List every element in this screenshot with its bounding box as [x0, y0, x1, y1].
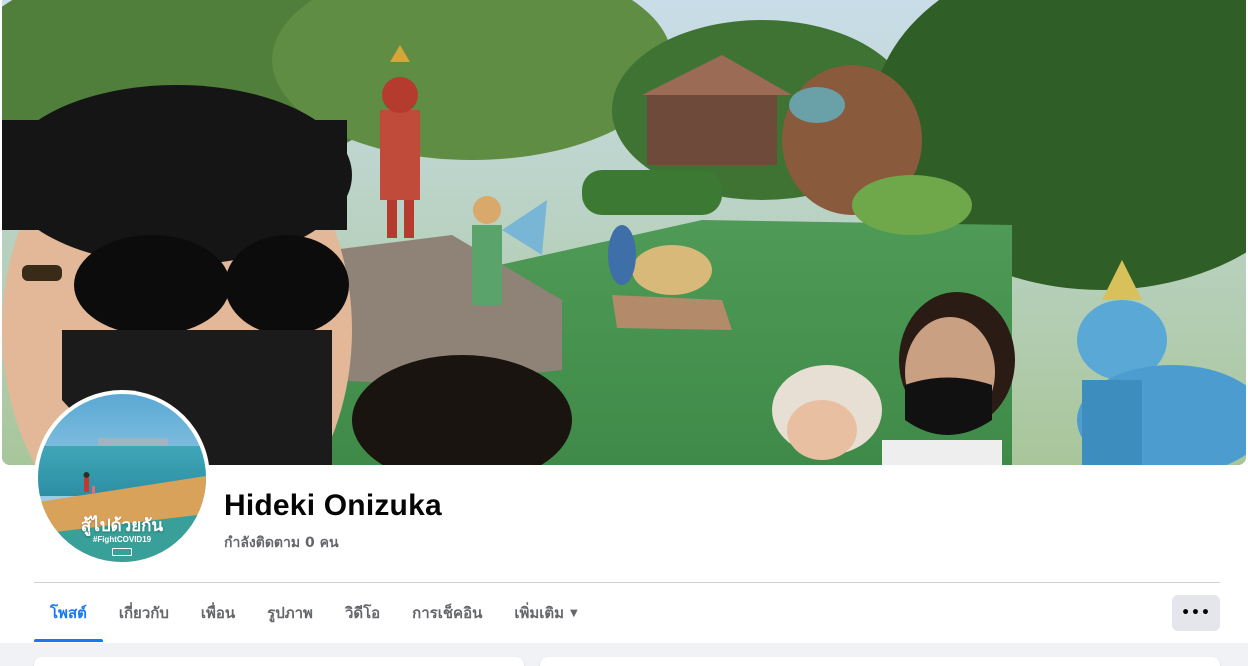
tab-photos-label: รูปภาพ	[267, 604, 313, 622]
tab-checkins-label: การเช็คอิน	[412, 604, 483, 622]
tab-about-label: เกี่ยวกับ	[118, 604, 169, 622]
profile-divider	[34, 582, 1220, 583]
profile-name: Hideki Onizuka	[224, 489, 442, 522]
avatar-image: สู้ไปด้วยกัน #FightCOVID19	[38, 394, 206, 562]
tab-videos[interactable]: วิดีโอ	[329, 584, 396, 642]
tab-checkins[interactable]: การเช็คอิน	[396, 584, 498, 642]
following-count[interactable]: กำลังติดตาม 0 คน	[224, 532, 339, 554]
posts-card	[540, 657, 1220, 666]
cover-photo[interactable]	[2, 0, 1246, 465]
caret-down-icon: ▼	[570, 607, 578, 619]
avatar-hashtag: #FightCOVID19	[92, 535, 152, 544]
intro-card	[34, 657, 524, 666]
tab-posts-label: โพสต์	[50, 604, 87, 622]
tab-posts[interactable]: โพสต์	[34, 584, 103, 642]
more-horizontal-icon: •••	[1181, 605, 1211, 621]
profile-avatar[interactable]: สู้ไปด้วยกัน #FightCOVID19	[34, 390, 210, 566]
tab-friends[interactable]: เพื่อน	[185, 584, 251, 642]
tab-friends-label: เพื่อน	[200, 604, 236, 622]
tab-photos[interactable]: รูปภาพ	[251, 584, 329, 642]
cover-photo-image	[2, 0, 1246, 465]
tab-about[interactable]: เกี่ยวกับ	[103, 584, 185, 642]
profile-tabs: โพสต์ เกี่ยวกับ เพื่อน รูปภาพ วิดีโอ การ…	[34, 584, 594, 642]
tab-videos-label: วิดีโอ	[344, 604, 381, 622]
tab-more-label: เพิ่มเติม	[514, 604, 565, 622]
profile-page: สู้ไปด้วยกัน #FightCOVID19 Hideki Onizuk…	[0, 0, 1248, 666]
facebook-logo-icon	[112, 548, 132, 556]
tab-more[interactable]: เพิ่มเติม ▼	[498, 584, 593, 642]
more-options-button[interactable]: •••	[1172, 595, 1220, 631]
